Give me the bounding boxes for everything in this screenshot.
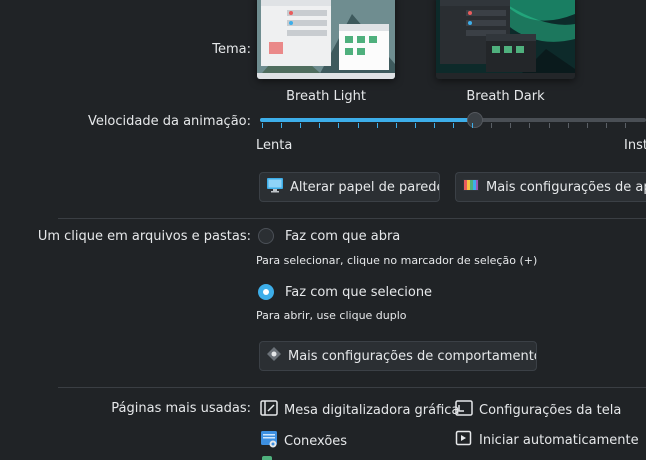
- slider-tick: [415, 123, 416, 128]
- slider-min-label: Lenta: [256, 138, 293, 153]
- slider-tick: [472, 123, 473, 128]
- change-wallpaper-button[interactable]: Alterar papel de parede...: [259, 172, 440, 202]
- theme-preview-breath-dark[interactable]: [436, 0, 575, 79]
- select-on-click-label[interactable]: Faz com que selecione: [285, 285, 432, 300]
- wallpaper-icon: [266, 177, 284, 197]
- page-link-autostart[interactable]: Iniciar automaticamente: [455, 430, 639, 450]
- open-on-click-label[interactable]: Faz com que abra: [285, 229, 400, 244]
- animation-speed-label: Velocidade da animação:: [87, 114, 251, 129]
- open-on-click-hint: Para selecionar, clique no marcador de s…: [256, 254, 538, 267]
- change-wallpaper-label: Alterar papel de parede...: [290, 179, 439, 195]
- network-icon: [260, 430, 278, 452]
- slider-tick: [568, 123, 569, 128]
- slider-tick: [358, 123, 359, 128]
- settings-diamond-icon: [266, 346, 282, 366]
- slider-tick: [606, 123, 607, 128]
- color-palette-icon: [462, 177, 480, 197]
- slider-tick: [396, 123, 397, 128]
- page-link-connections[interactable]: Conexões: [260, 430, 347, 452]
- select-on-click-hint: Para abrir, use clique duplo: [256, 309, 407, 322]
- slider-tick: [338, 123, 339, 128]
- slider-tick: [262, 123, 263, 128]
- theme-label: Tema:: [212, 42, 251, 57]
- autostart-icon: [455, 430, 473, 450]
- animation-speed-slider[interactable]: [260, 118, 646, 122]
- section-divider: [58, 218, 646, 219]
- theme-preview-breath-light[interactable]: [257, 0, 395, 79]
- breath-dark-thumbnail: [436, 0, 575, 79]
- slider-tick: [453, 123, 454, 128]
- slider-tick: [510, 123, 511, 128]
- slider-tick: [491, 123, 492, 128]
- slider-tick: [281, 123, 282, 128]
- theme-name-breath-dark: Breath Dark: [466, 89, 545, 104]
- slider-tick: [587, 123, 588, 128]
- slider-tick: [319, 123, 320, 128]
- page-link-graphics-tablet[interactable]: Mesa digitalizadora gráfica: [260, 400, 459, 420]
- radio-open-on-click[interactable]: [258, 228, 274, 244]
- more-appearance-settings-label: Mais configurações de apar: [486, 179, 646, 195]
- breath-light-thumbnail: [257, 0, 395, 79]
- tablet-icon: [260, 400, 278, 420]
- page-link-label: Conexões: [284, 433, 348, 449]
- partial-page-icon: [262, 456, 272, 460]
- slider-tick: [377, 123, 378, 128]
- slider-max-label: Inst: [624, 138, 646, 153]
- slider-tick: [434, 123, 435, 128]
- click-behavior-label: Um clique em arquivos e pastas:: [37, 229, 251, 244]
- more-appearance-settings-button[interactable]: Mais configurações de apar: [455, 172, 646, 202]
- slider-tick: [300, 123, 301, 128]
- slider-handle[interactable]: [467, 112, 483, 128]
- display-icon: [455, 400, 473, 420]
- more-behavior-settings-button[interactable]: Mais configurações de comportamento...: [259, 341, 537, 371]
- slider-tick: [549, 123, 550, 128]
- theme-name-breath-light: Breath Light: [286, 89, 366, 104]
- page-link-label: Configurações da tela: [479, 402, 622, 418]
- section-divider-2: [58, 387, 646, 388]
- most-used-pages-label: Páginas mais usadas:: [111, 401, 251, 416]
- page-link-label: Mesa digitalizadora gráfica: [284, 402, 460, 418]
- slider-tick: [529, 123, 530, 128]
- slider-fill: [260, 118, 476, 122]
- more-behavior-settings-label: Mais configurações de comportamento...: [288, 348, 537, 364]
- slider-tick: [625, 123, 626, 128]
- radio-select-on-click[interactable]: [258, 284, 274, 300]
- page-link-label: Iniciar automaticamente: [479, 432, 639, 448]
- page-link-display-settings[interactable]: Configurações da tela: [455, 400, 621, 420]
